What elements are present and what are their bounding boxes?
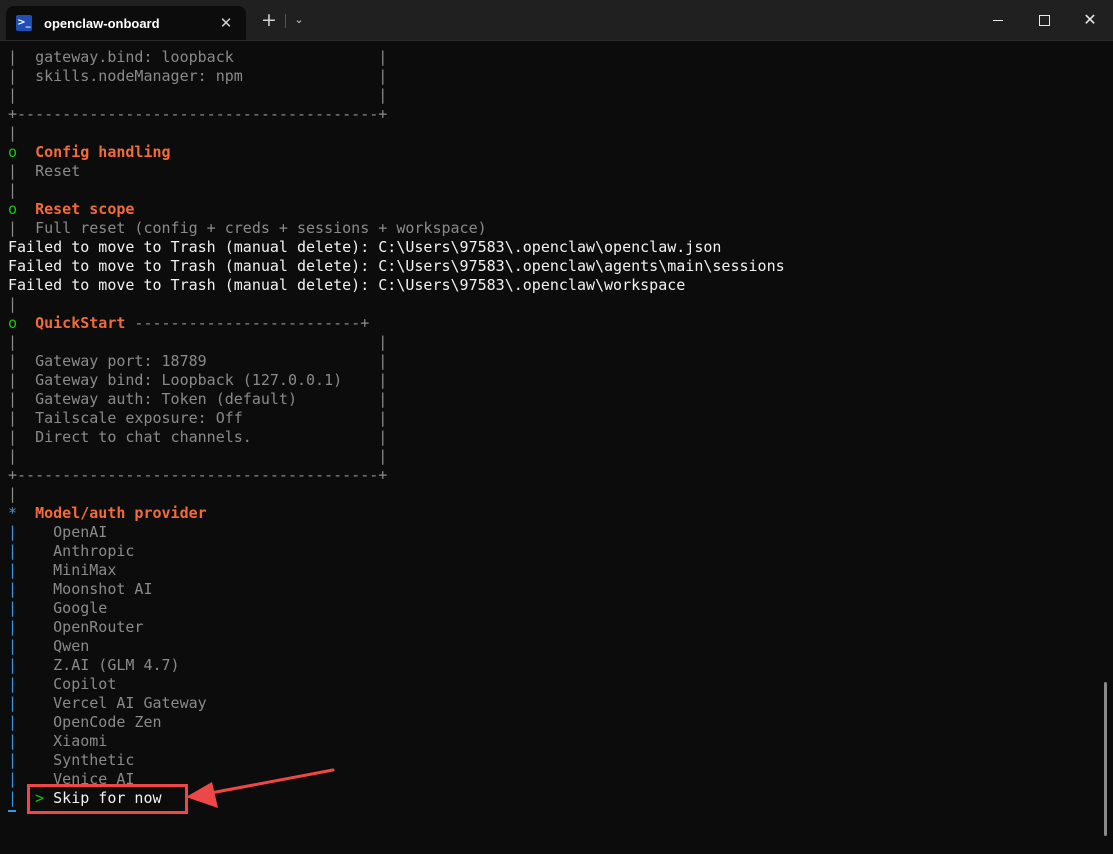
annotation-arrow [186,768,335,808]
terminal-window: >_ openclaw-onboard ✕ + ⌄ ✕ | gateway.bi… [0,0,1113,854]
